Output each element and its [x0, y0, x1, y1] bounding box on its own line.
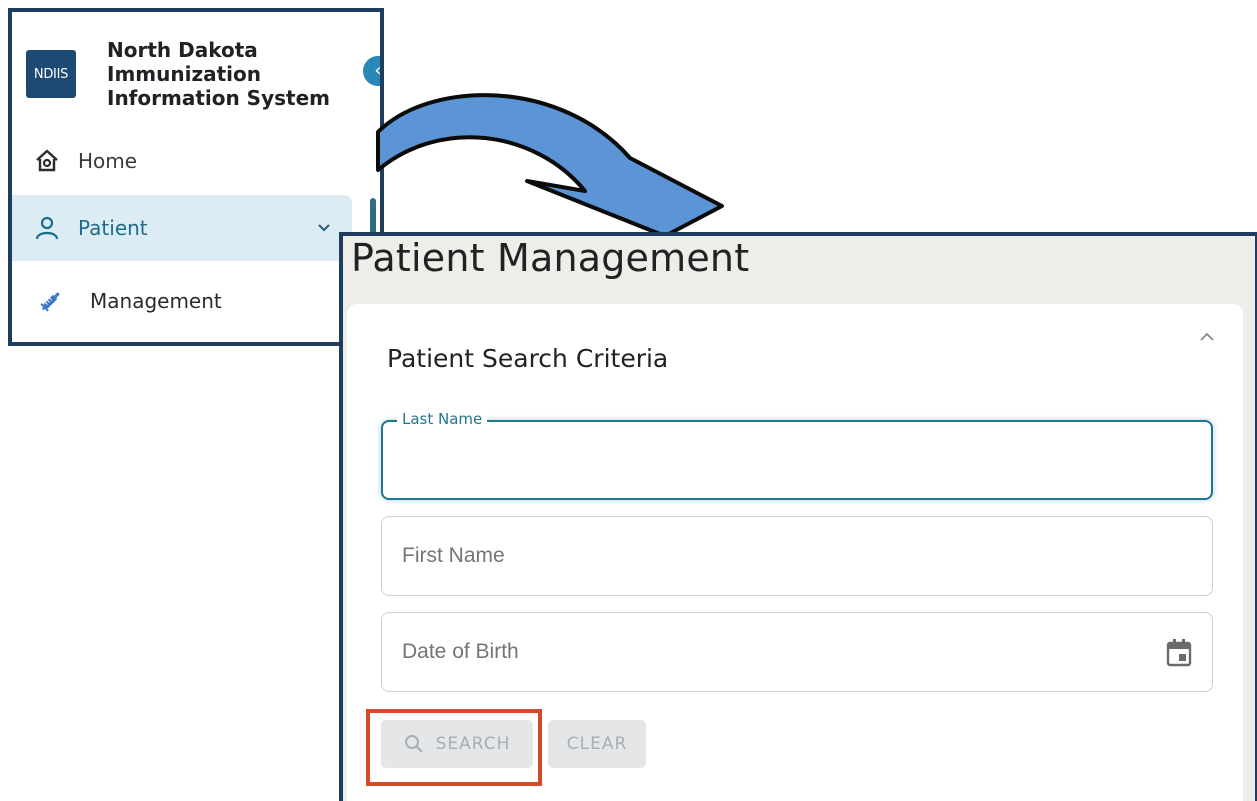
sidebar-item-home[interactable]: Home	[12, 128, 352, 194]
sidebar-item-label: Patient	[78, 216, 148, 240]
app-name-line2: Immunization	[107, 62, 261, 86]
chevron-down-icon	[314, 217, 334, 237]
clear-button-label: CLEAR	[566, 734, 628, 754]
clear-button[interactable]: CLEAR	[548, 720, 646, 768]
calendar-icon[interactable]	[1164, 637, 1194, 669]
sidebar-item-management[interactable]: Management	[12, 268, 352, 334]
date-of-birth-input[interactable]	[382, 613, 1212, 691]
sidebar-collapse-button[interactable]: ‹	[363, 56, 382, 86]
card-title: Patient Search Criteria	[387, 344, 669, 373]
app-name: North Dakota Immunization Information Sy…	[107, 38, 347, 110]
sidebar-item-label: Management	[90, 289, 222, 313]
main-panel: Patient Management Patient Search Criter…	[339, 232, 1257, 801]
last-name-field[interactable]: Last Name	[381, 410, 1213, 500]
home-icon	[34, 148, 60, 174]
chevron-left-icon: ‹	[374, 60, 382, 81]
sidebar-item-patient[interactable]: Patient	[12, 195, 352, 261]
sidebar-panel: NDIIS North Dakota Immunization Informat…	[8, 8, 384, 346]
app-name-line3: Information System	[107, 86, 330, 110]
date-of-birth-field[interactable]	[381, 612, 1213, 692]
search-button-highlight	[366, 709, 542, 786]
brand-header: NDIIS North Dakota Immunization Informat…	[12, 12, 380, 122]
first-name-input[interactable]	[382, 517, 1212, 595]
first-name-field[interactable]	[381, 516, 1213, 596]
person-icon	[34, 215, 60, 241]
page-title: Patient Management	[351, 236, 750, 280]
last-name-input[interactable]	[383, 422, 1211, 498]
chevron-up-icon[interactable]	[1197, 328, 1217, 348]
app-logo[interactable]: NDIIS	[26, 50, 76, 98]
search-criteria-card: Patient Search Criteria Last Name First …	[347, 304, 1243, 801]
sidebar-item-label: Home	[78, 149, 138, 173]
app-name-line1: North Dakota	[107, 38, 258, 62]
syringe-icon	[38, 288, 64, 314]
